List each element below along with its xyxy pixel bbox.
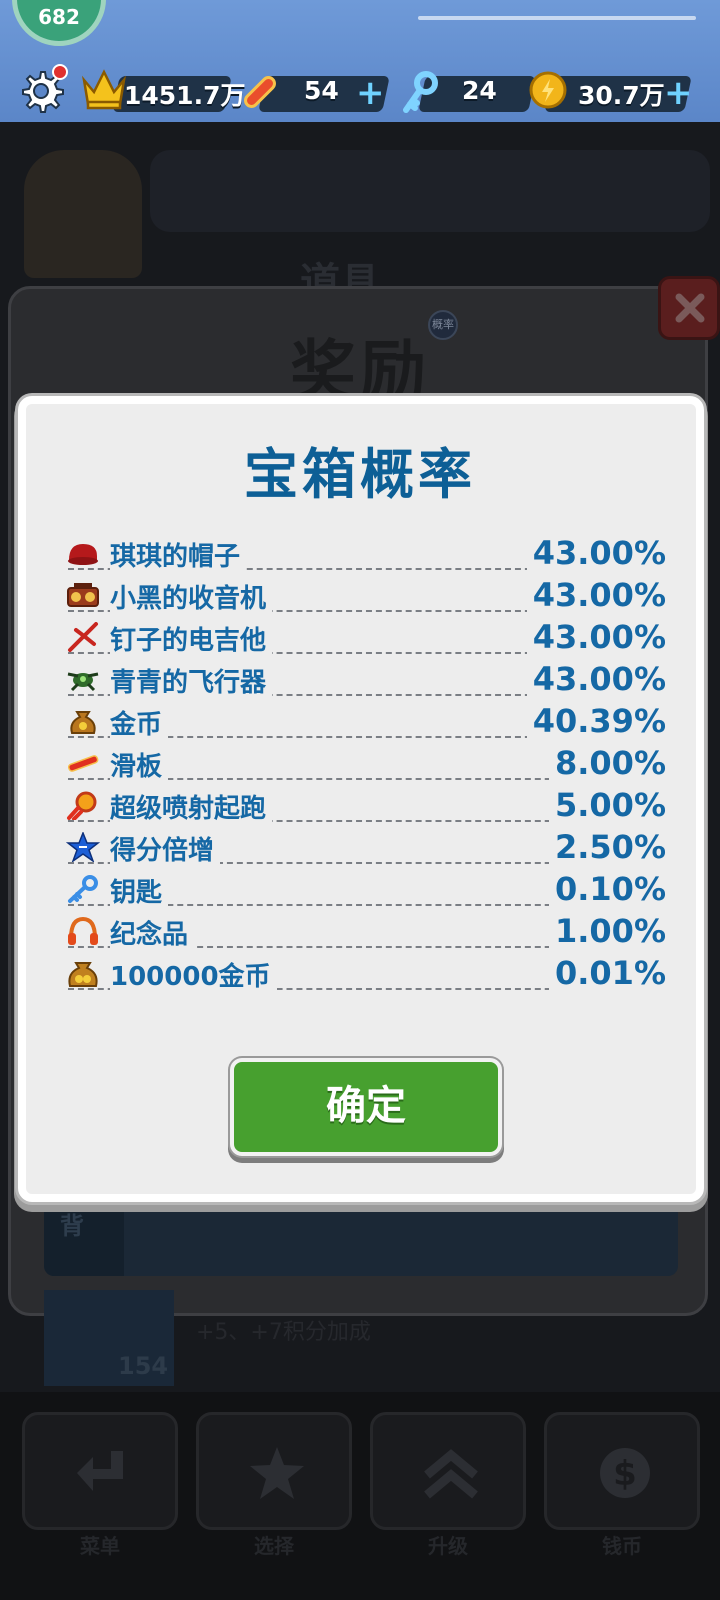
probability-row: 金币 40.39%	[62, 702, 666, 742]
dialog-title: 宝箱概率	[244, 443, 476, 506]
item-probability: 43.00%	[526, 618, 666, 656]
star-icon	[66, 832, 100, 862]
add-boards-button[interactable]: +	[356, 74, 385, 112]
confirm-button[interactable]: 确定	[230, 1058, 502, 1156]
jetpack-icon	[67, 791, 97, 820]
dollar-icon: $	[600, 1448, 650, 1498]
item-name: 小黑的收音机	[110, 578, 273, 615]
item-probability: 0.10%	[548, 870, 666, 908]
crown-icon	[82, 69, 126, 110]
nav-upgrade-label: 升级	[428, 1534, 468, 1558]
skateboard-icon	[67, 755, 99, 772]
guitar-icon	[68, 622, 98, 652]
item-name: 100000金币	[110, 956, 277, 993]
upgrade-item-count: 154	[118, 1352, 169, 1380]
item-probability: 0.01%	[548, 954, 666, 992]
nav-select-label: 选择	[254, 1534, 294, 1558]
nav-coins-label: 钱币	[602, 1534, 642, 1558]
drone-icon	[67, 672, 99, 692]
headphones-icon	[68, 916, 98, 945]
skateboard-icon	[244, 76, 276, 108]
coin-bag-icon	[70, 711, 96, 734]
probability-row: 滑板 8.00%	[62, 744, 666, 784]
item-probability: 43.00%	[526, 660, 666, 698]
probability-row: 钥匙 0.10%	[62, 870, 666, 910]
close-button[interactable]	[658, 276, 720, 340]
key-count: 24	[462, 76, 497, 105]
item-probability: 5.00%	[548, 786, 666, 824]
item-name: 琪琪的帽子	[110, 536, 247, 573]
svg-text:$: $	[613, 1454, 637, 1494]
crown-count: 1451.7万	[124, 81, 246, 110]
nav-upgrade-button[interactable]	[370, 1412, 526, 1530]
nav-coins-button[interactable]: $	[544, 1412, 700, 1530]
item-probability: 43.00%	[526, 534, 666, 572]
board-count: 54	[304, 76, 339, 105]
item-name: 金币	[110, 704, 169, 741]
item-name: 滑板	[110, 746, 169, 783]
item-probability: 1.00%	[548, 912, 666, 950]
scene-header	[150, 150, 710, 232]
item-probability: 8.00%	[548, 744, 666, 782]
back-arrow-icon	[77, 1451, 123, 1491]
probability-row: 钉子的电吉他 43.00%	[62, 618, 666, 658]
hat-icon	[68, 544, 98, 565]
coin-icon	[529, 71, 567, 109]
probability-badge[interactable]: 概率	[428, 310, 458, 340]
probability-row: 小黑的收音机 43.00%	[62, 576, 666, 616]
item-name: 纪念品	[110, 914, 195, 951]
close-icon	[675, 293, 705, 323]
item-name: 得分倍增	[110, 830, 221, 867]
nav-menu-label: 菜单	[80, 1534, 120, 1558]
progress-bar	[418, 16, 696, 20]
item-strip-label: 背	[60, 1212, 84, 1240]
probability-row: 超级喷射起跑 5.00%	[62, 786, 666, 826]
item-name: 青青的飞行器	[110, 662, 273, 699]
radio-icon	[67, 583, 99, 607]
item-probability: 40.39%	[526, 702, 666, 740]
coin-count: 30.7万	[578, 81, 665, 110]
big-coin-bag-icon	[68, 962, 98, 987]
probability-row: 得分倍增 2.50%	[62, 828, 666, 868]
key-icon	[403, 71, 438, 113]
double-chevron-up-icon	[424, 1449, 478, 1499]
probability-row: 青青的飞行器 43.00%	[62, 660, 666, 700]
nav-menu-button[interactable]	[22, 1412, 178, 1530]
probability-row: 纪念品 1.00%	[62, 912, 666, 952]
item-name: 钥匙	[110, 872, 169, 909]
probability-row: 100000金币 0.01%	[62, 954, 666, 994]
item-name: 超级喷射起跑	[110, 788, 273, 825]
nav-select-button[interactable]	[196, 1412, 352, 1530]
item-name: 钉子的电吉他	[110, 620, 273, 657]
notification-dot	[52, 64, 68, 80]
character-portrait	[24, 150, 142, 278]
item-probability: 2.50%	[548, 828, 666, 866]
key-icon	[68, 875, 98, 903]
add-coins-button[interactable]: +	[664, 74, 693, 112]
probability-row: 琪琪的帽子 43.00%	[62, 534, 666, 574]
upgrade-item-text: +5、+7积分加成	[196, 1320, 371, 1345]
item-probability: 43.00%	[526, 576, 666, 614]
star-icon	[250, 1447, 304, 1499]
